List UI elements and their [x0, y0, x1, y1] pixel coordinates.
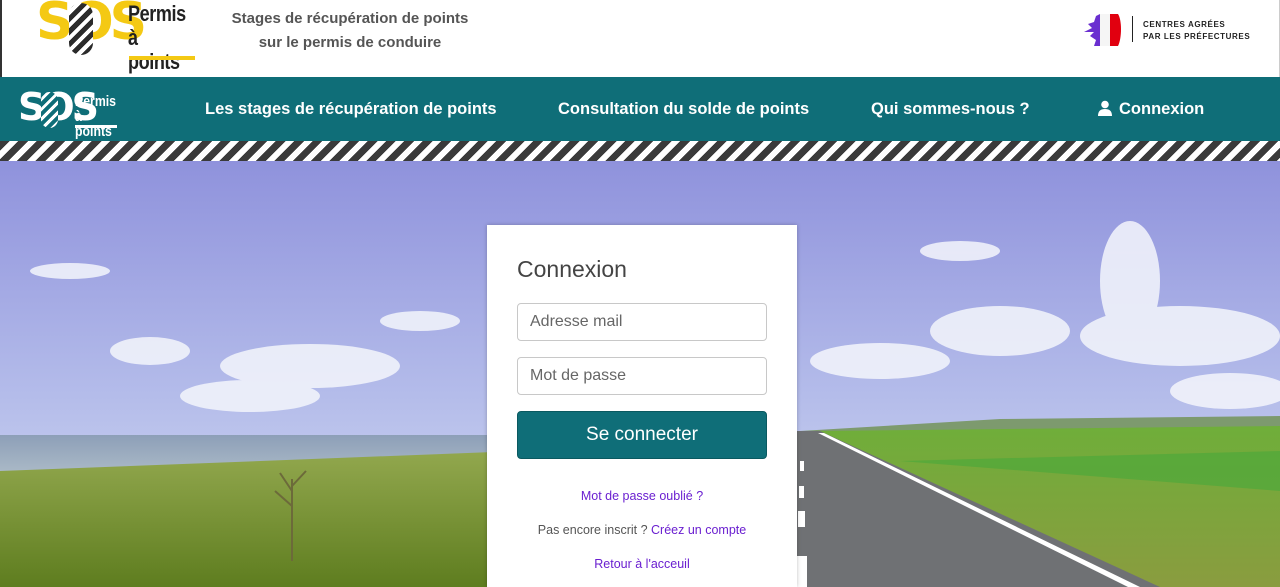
logo-stripe — [69, 3, 93, 55]
back-home-link[interactable]: Retour à l'acceuil — [594, 557, 690, 571]
create-account-link[interactable]: Créez un compte — [651, 523, 746, 537]
tagline-line-1: Stages de récupération de points — [231, 10, 469, 27]
logo-underline — [129, 56, 195, 60]
nav-item-about[interactable]: Qui sommes-nous ? — [871, 97, 1030, 121]
back-home-row: Retour à l'acceuil — [487, 557, 797, 571]
marianne-flag-icon — [1084, 14, 1121, 46]
register-prompt: Pas encore inscrit ? — [537, 523, 652, 537]
badge-separator — [1132, 16, 1133, 42]
navbar-logo-text: Permis à points — [75, 93, 117, 140]
hazard-stripe-divider — [0, 141, 1280, 161]
site-tagline: Stages de récupération de points sur le … — [202, 7, 498, 55]
nav-connexion-label: Connexion — [1119, 100, 1205, 118]
prefecture-badge: CENTRES AGRÉES PAR LES PRÉFECTURES — [1082, 10, 1272, 50]
navbar-logo-stripe — [41, 92, 58, 128]
login-title: Connexion — [517, 256, 627, 282]
nav-item-connexion[interactable]: Connexion — [1097, 97, 1204, 121]
site-logo[interactable]: SOS Permis à points — [36, 0, 196, 74]
forgot-password-row: Mot de passe oublié ? — [487, 489, 797, 503]
tagline-line-2: sur le permis de conduire — [258, 34, 442, 51]
navbar-logo[interactable]: SOS Permis à points — [18, 88, 122, 139]
logo-text: Permis à points — [128, 1, 186, 74]
top-header: SOS Permis à points Stages de récupérati… — [0, 0, 1280, 77]
prefecture-text: CENTRES AGRÉES PAR LES PRÉFECTURES — [1143, 20, 1251, 41]
navbar-logo-underline — [75, 125, 117, 128]
forgot-password-link[interactable]: Mot de passe oublié ? — [581, 489, 703, 503]
email-field[interactable] — [517, 303, 767, 341]
user-icon — [1098, 100, 1112, 116]
login-submit-button[interactable]: Se connecter — [517, 411, 767, 459]
password-field[interactable] — [517, 357, 767, 395]
login-card: Connexion Se connecter Mot de passe oubl… — [487, 225, 797, 587]
nav-item-solde[interactable]: Consultation du solde de points — [558, 97, 809, 121]
register-row: Pas encore inscrit ? Créez un compte — [487, 523, 797, 537]
main-navbar: SOS Permis à points Les stages de récupé… — [0, 77, 1280, 141]
nav-item-stages[interactable]: Les stages de récupération de points — [205, 97, 497, 121]
